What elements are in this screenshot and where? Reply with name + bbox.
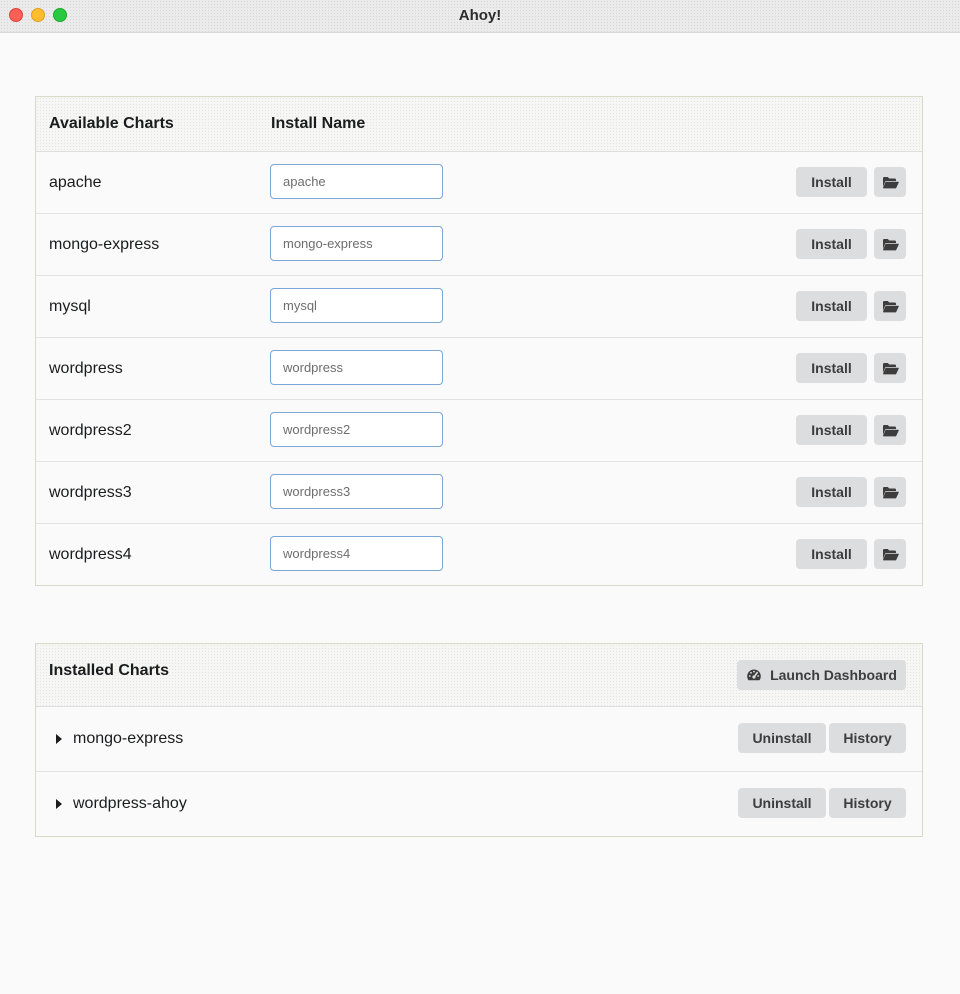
install-name-heading: Install Name xyxy=(271,115,366,132)
install-name-input[interactable] xyxy=(270,350,443,385)
open-folder-button[interactable] xyxy=(874,477,906,507)
open-folder-button[interactable] xyxy=(874,415,906,445)
chart-row-wordpress3: wordpress3 Install xyxy=(36,462,922,524)
install-name-input[interactable] xyxy=(270,536,443,571)
open-folder-button[interactable] xyxy=(874,353,906,383)
install-name-input[interactable] xyxy=(270,288,443,323)
chart-name: wordpress4 xyxy=(49,546,132,563)
installed-chart-name[interactable]: wordpress-ahoy xyxy=(73,772,187,836)
chart-row-apache: apache Install xyxy=(36,152,922,214)
installed-row-mongo-express: mongo-express Uninstall History xyxy=(36,707,922,772)
folder-open-icon xyxy=(882,548,899,561)
installed-charts-panel: Installed Charts Launch Dashboard mongo-… xyxy=(35,643,923,837)
caret-right-icon[interactable] xyxy=(56,734,62,744)
uninstall-button[interactable]: Uninstall xyxy=(738,788,826,818)
open-folder-button[interactable] xyxy=(874,229,906,259)
folder-open-icon xyxy=(882,238,899,251)
install-button[interactable]: Install xyxy=(796,353,867,383)
history-button[interactable]: History xyxy=(829,788,906,818)
install-name-input[interactable] xyxy=(270,412,443,447)
install-name-input[interactable] xyxy=(270,474,443,509)
folder-open-icon xyxy=(882,176,899,189)
chart-name: wordpress2 xyxy=(49,422,132,439)
install-button[interactable]: Install xyxy=(796,229,867,259)
installed-charts-header: Installed Charts Launch Dashboard xyxy=(36,644,922,707)
installed-charts-list: mongo-express Uninstall History wordpress-a… xyxy=(36,707,922,836)
available-charts-header: Available Charts Install Name xyxy=(36,97,922,152)
installed-row-wordpress-ahoy: wordpress-ahoy Uninstall History xyxy=(36,772,922,836)
chart-name: mongo-express xyxy=(49,236,160,253)
available-charts-panel: Available Charts Install Name apache Inst… xyxy=(35,96,923,586)
chart-name: wordpress xyxy=(49,360,123,377)
available-charts-list: apache Install mongo-express Install mysql In… xyxy=(36,152,922,585)
launch-dashboard-label: Launch Dashboard xyxy=(770,667,897,683)
folder-open-icon xyxy=(882,486,899,499)
chart-row-wordpress4: wordpress4 Install xyxy=(36,524,922,585)
install-button[interactable]: Install xyxy=(796,415,867,445)
install-button[interactable]: Install xyxy=(796,539,867,569)
installed-chart-name[interactable]: mongo-express xyxy=(73,707,183,771)
chart-row-wordpress2: wordpress2 Install xyxy=(36,400,922,462)
window-title: Ahoy! xyxy=(458,7,502,24)
install-button[interactable]: Install xyxy=(796,477,867,507)
install-name-input[interactable] xyxy=(270,164,443,199)
chart-row-wordpress: wordpress Install xyxy=(36,338,922,400)
install-name-input[interactable] xyxy=(270,226,443,261)
chart-row-mongo-express: mongo-express Install xyxy=(36,214,922,276)
open-folder-button[interactable] xyxy=(874,539,906,569)
title-bar: Ahoy! xyxy=(0,0,960,33)
dashboard-gauge-icon xyxy=(746,668,762,682)
folder-open-icon xyxy=(882,362,899,375)
chart-name: wordpress3 xyxy=(49,484,132,501)
available-charts-heading: Available Charts xyxy=(49,115,174,132)
chart-name: apache xyxy=(49,174,102,191)
install-button[interactable]: Install xyxy=(796,167,867,197)
open-folder-button[interactable] xyxy=(874,167,906,197)
folder-open-icon xyxy=(882,424,899,437)
open-folder-button[interactable] xyxy=(874,291,906,321)
chart-name: mysql xyxy=(49,298,91,315)
installed-charts-heading: Installed Charts xyxy=(49,662,170,679)
history-button[interactable]: History xyxy=(829,723,906,753)
install-button[interactable]: Install xyxy=(796,291,867,321)
folder-open-icon xyxy=(882,300,899,313)
launch-dashboard-button[interactable]: Launch Dashboard xyxy=(737,660,906,690)
uninstall-button[interactable]: Uninstall xyxy=(738,723,826,753)
chart-row-mysql: mysql Install xyxy=(36,276,922,338)
caret-right-icon[interactable] xyxy=(56,799,62,809)
